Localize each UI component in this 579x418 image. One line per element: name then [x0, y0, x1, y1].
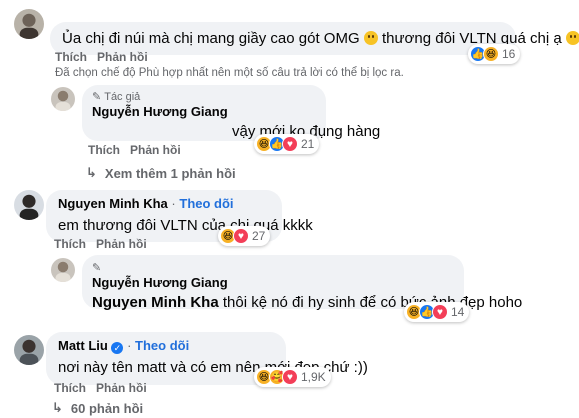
reaction-summary[interactable]: 😆 👍 ♥ 14 — [404, 302, 470, 322]
comment-actions: Thích Phản hồi — [54, 237, 147, 251]
reply-arrow-icon: ↳ — [52, 400, 63, 415]
reply-text: Nguyen Minh Kha thôi kệ nó đi hy sinh để… — [92, 294, 523, 311]
reaction-count: 14 — [451, 305, 465, 319]
pen-icon: ✎ — [92, 262, 102, 274]
view-more-replies-link[interactable]: ↳ Xem thêm 1 phản hồi — [86, 165, 236, 181]
comment-text: Ủa chị đi núi mà chị mang giầy cao gót O… — [62, 29, 579, 49]
laugh-emoji-icon — [565, 31, 579, 45]
haha-reaction-icon: 😆 — [483, 46, 499, 62]
reaction-count: 1,9K — [301, 370, 326, 384]
love-reaction-icon: ♥ — [282, 136, 298, 152]
author-tag: ✎ — [92, 261, 454, 275]
follow-button[interactable]: Theo dõi — [179, 196, 233, 211]
comment-text: nơi này tên matt và có em nên mới đẹp ch… — [58, 359, 368, 376]
commenter-avatar[interactable] — [14, 190, 44, 220]
love-reaction-icon: ♥ — [233, 228, 249, 244]
commenter-name-row: Nguyen Minh Kha · Theo dõi — [58, 196, 270, 212]
reaction-count: 21 — [301, 137, 315, 151]
separator-dot: · — [127, 338, 132, 353]
smile-emoji-icon — [363, 31, 378, 45]
reply-button[interactable]: Phản hồi — [96, 381, 147, 395]
pen-icon: ✎ — [92, 91, 102, 103]
comment-actions: Thích Phản hồi — [54, 381, 147, 395]
reaction-summary[interactable]: 😆 🥰 ♥ 1,9K — [254, 367, 331, 387]
reply-author-name[interactable]: Nguyễn Hương Giang — [92, 275, 454, 291]
love-reaction-icon: ♥ — [282, 369, 298, 385]
commenter-avatar[interactable] — [14, 9, 44, 39]
commenter-name[interactable]: Nguyen Minh Kha — [58, 196, 168, 211]
reaction-count: 27 — [252, 229, 266, 243]
author-avatar[interactable] — [51, 258, 75, 282]
reply-actions: Thích Phản hồi — [88, 143, 181, 157]
comment-actions: Thích Phản hồi — [55, 50, 148, 64]
like-button[interactable]: Thích — [88, 143, 120, 157]
comment-bubble: Matt Liu ✓ · Theo dõi nơi này tên matt v… — [46, 332, 368, 385]
follow-button[interactable]: Theo dõi — [135, 338, 189, 353]
filter-note: Đã chọn chế độ Phù hợp nhất nên một số c… — [55, 67, 404, 79]
reply-author-name[interactable]: Nguyễn Hương Giang — [92, 104, 316, 120]
commenter-name[interactable]: Matt Liu — [58, 338, 108, 353]
like-button[interactable]: Thích — [55, 50, 87, 64]
like-button[interactable]: Thích — [54, 237, 86, 251]
commenter-name-row: Matt Liu ✓ · Theo dõi — [58, 338, 274, 354]
view-more-comments-link[interactable]: ↳ 60 phản hồi — [52, 400, 143, 416]
reaction-summary[interactable]: 👍 😆 16 — [468, 44, 521, 64]
reply-button[interactable]: Phản hồi — [130, 143, 181, 157]
verified-badge-icon: ✓ — [111, 342, 124, 354]
reply-arrow-icon: ↳ — [86, 165, 97, 180]
reply-bubble: ✎ Tác giả Nguyễn Hương Giang vậy mới ko … — [82, 85, 380, 141]
reply-bubble: ✎ Nguyễn Hương Giang Nguyen Minh Kha thô… — [82, 255, 522, 311]
mentioned-user-link[interactable]: Nguyen Minh Kha — [92, 294, 219, 311]
reaction-summary[interactable]: 😆 👍 ♥ 21 — [254, 134, 320, 154]
author-avatar[interactable] — [51, 87, 75, 111]
love-reaction-icon: ♥ — [432, 304, 448, 320]
separator-dot: · — [171, 196, 176, 211]
commenter-avatar[interactable] — [14, 335, 44, 365]
reply-button[interactable]: Phản hồi — [96, 237, 147, 251]
reaction-count: 16 — [502, 47, 516, 61]
reply-button[interactable]: Phản hồi — [97, 50, 148, 64]
reaction-summary[interactable]: 😆 ♥ 27 — [218, 226, 271, 246]
author-tag: ✎ Tác giả — [92, 91, 141, 103]
like-button[interactable]: Thích — [54, 381, 86, 395]
